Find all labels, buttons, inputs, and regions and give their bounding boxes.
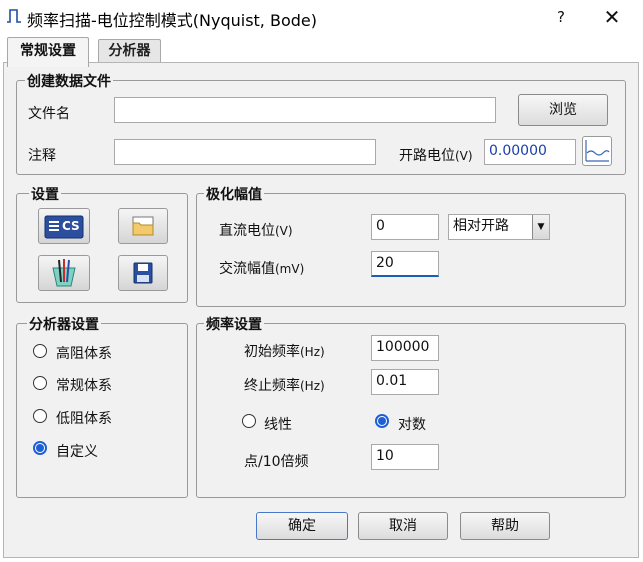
chevron-down-icon[interactable]: ▼ <box>532 215 549 239</box>
window-title: 频率扫描-电位控制模式(Nyquist, Bode) <box>27 11 317 30</box>
ocp-measure-button[interactable] <box>582 136 612 166</box>
radio-low-impedance[interactable] <box>33 409 47 423</box>
open-folder-icon <box>132 216 154 236</box>
radio-logarithmic[interactable] <box>375 414 389 428</box>
ac-amplitude-input[interactable]: 20 <box>371 251 439 277</box>
dc-potential-unit: (V) <box>275 224 293 238</box>
close-button[interactable]: ✕ <box>600 5 624 29</box>
high-impedance-label: 高阻体系 <box>56 346 112 362</box>
tab-analyzer[interactable]: 分析器 <box>98 39 161 63</box>
end-frequency-input[interactable]: 0.01 <box>371 369 439 395</box>
ac-amplitude-unit: (mV) <box>275 262 305 276</box>
ocp-label: 开路电位(V) <box>399 145 473 165</box>
end-frequency-label: 终止频率(Hz) <box>244 375 325 395</box>
cancel-button[interactable]: 取消 <box>358 512 448 540</box>
open-file-button[interactable] <box>118 208 168 244</box>
end-frequency-text: 终止频率 <box>244 378 300 394</box>
start-frequency-input[interactable]: 100000 <box>371 335 439 361</box>
electrode-icon <box>52 259 76 287</box>
help-title-button[interactable]: ? <box>550 6 572 28</box>
cs-text: CS <box>62 219 80 233</box>
start-frequency-text: 初始频率 <box>244 344 300 360</box>
note-label: 注释 <box>28 148 56 164</box>
browse-button[interactable]: 浏览 <box>518 94 608 126</box>
linear-label: 线性 <box>264 417 292 433</box>
dc-reference-select[interactable]: 相对开路 ▼ <box>448 214 550 240</box>
filename-label: 文件名 <box>28 106 70 122</box>
settings-title: 设置 <box>29 184 61 204</box>
electrode-button[interactable] <box>38 255 90 291</box>
ocp-value-field[interactable]: 0.00000 <box>484 139 576 165</box>
filename-input[interactable] <box>114 97 496 123</box>
low-impedance-label: 低阻体系 <box>56 411 112 427</box>
polarization-title: 极化幅值 <box>204 184 264 204</box>
points-per-decade-label: 点/10倍频 <box>244 454 309 470</box>
ac-amplitude-text: 交流幅值 <box>219 261 275 277</box>
dc-potential-input[interactable]: 0 <box>371 214 439 240</box>
dc-potential-text: 直流电位 <box>219 223 275 239</box>
pulse-app-icon <box>7 9 21 23</box>
logarithmic-label: 对数 <box>398 417 426 433</box>
waveform-icon <box>585 140 610 162</box>
tab-general-settings[interactable]: 常规设置 <box>7 37 89 67</box>
help-button[interactable]: 帮助 <box>460 512 550 540</box>
radio-custom[interactable] <box>33 441 47 455</box>
ocp-unit: (V) <box>455 149 473 163</box>
end-frequency-unit: (Hz) <box>300 379 325 393</box>
ok-button[interactable]: 确定 <box>256 512 348 540</box>
custom-label: 自定义 <box>56 444 98 460</box>
dc-potential-label: 直流电位(V) <box>219 220 293 240</box>
radio-linear[interactable] <box>242 414 256 428</box>
start-frequency-unit: (Hz) <box>300 345 325 359</box>
title-bar[interactable]: 频率扫描-电位控制模式(Nyquist, Bode) ? ✕ <box>0 0 643 34</box>
cs-device-button[interactable]: CS <box>38 208 90 244</box>
radio-normal-system[interactable] <box>33 376 47 390</box>
dc-reference-value: 相对开路 <box>453 218 509 234</box>
ocp-label-text: 开路电位 <box>399 148 455 164</box>
radio-high-impedance[interactable] <box>33 344 47 358</box>
note-input[interactable] <box>114 139 376 165</box>
create-file-title: 创建数据文件 <box>25 71 113 91</box>
save-disk-icon <box>133 262 153 284</box>
normal-system-label: 常规体系 <box>56 378 112 394</box>
analyzer-settings-title: 分析器设置 <box>27 314 101 334</box>
ac-amplitude-label: 交流幅值(mV) <box>219 258 304 278</box>
frequency-title: 频率设置 <box>204 314 264 334</box>
points-per-decade-input[interactable]: 10 <box>371 444 439 470</box>
start-frequency-label: 初始频率(Hz) <box>244 341 325 361</box>
polarization-group <box>196 193 626 307</box>
save-button[interactable] <box>118 255 168 291</box>
